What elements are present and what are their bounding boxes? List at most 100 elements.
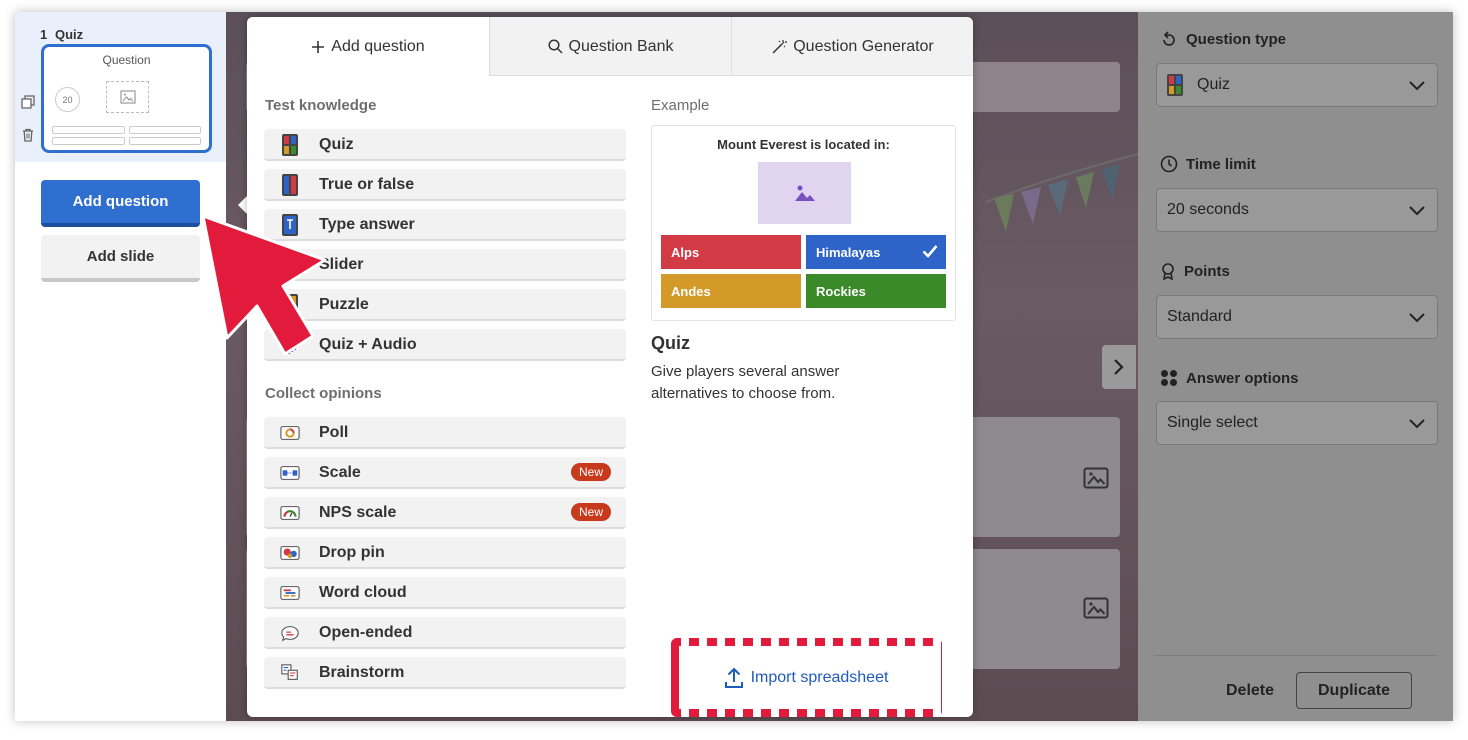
type-true-or-false[interactable]: True or false bbox=[264, 169, 626, 201]
scale-icon bbox=[280, 466, 300, 480]
image-icon bbox=[1083, 597, 1109, 624]
tab-label: Question Generator bbox=[793, 37, 934, 55]
add-question-button[interactable]: Add question bbox=[41, 180, 200, 227]
question-type-text: Question type bbox=[1186, 30, 1287, 48]
settings-panel: Question type Quiz Time limit 20 seconds… bbox=[1138, 12, 1453, 721]
nps-icon bbox=[280, 506, 300, 520]
thumb-title: Question bbox=[102, 53, 151, 67]
type-label: Quiz bbox=[319, 136, 354, 153]
tab-label: Question Bank bbox=[568, 37, 674, 55]
add-question-modal: Add question Question Bank Question Gene… bbox=[247, 17, 973, 717]
type-label: Poll bbox=[319, 424, 349, 441]
time-limit-label: Time limit bbox=[1160, 155, 1256, 173]
open-ended-icon bbox=[281, 626, 299, 642]
section-collect-opinions: Collect opinions bbox=[265, 385, 382, 402]
add-slide-button[interactable]: Add slide bbox=[41, 235, 200, 282]
example-question: Mount Everest is located in: bbox=[717, 137, 890, 152]
search-icon bbox=[547, 39, 563, 54]
drop-pin-icon bbox=[280, 546, 300, 560]
new-badge: New bbox=[570, 463, 611, 481]
quiz-icon bbox=[1167, 74, 1183, 96]
type-quiz[interactable]: Quiz bbox=[264, 129, 626, 161]
new-badge: New bbox=[570, 503, 611, 521]
brainstorm-icon bbox=[281, 664, 298, 680]
pointer-arrow-icon bbox=[201, 214, 327, 356]
answer-options-icon bbox=[1161, 370, 1177, 386]
delete-button[interactable]: Delete bbox=[1200, 678, 1300, 704]
chevron-down-icon bbox=[1409, 81, 1425, 91]
answer-options-text: Answer options bbox=[1186, 369, 1299, 387]
answer-options-label: Answer options bbox=[1160, 369, 1299, 387]
answer-label: Rockies bbox=[816, 283, 866, 299]
type-scale[interactable]: Scale New bbox=[264, 457, 626, 489]
type-brainstorm[interactable]: Brainstorm bbox=[264, 657, 626, 689]
tab-label: Add question bbox=[331, 38, 425, 55]
duplicate-button[interactable]: Duplicate bbox=[1296, 672, 1412, 709]
type-drop-pin[interactable]: Drop pin bbox=[264, 537, 626, 569]
slide-thumbnail[interactable]: Question 20 bbox=[41, 44, 212, 153]
app-frame: 1 Quiz Question 20 Add question Add slid… bbox=[15, 12, 1453, 721]
type-label: Type answer bbox=[319, 216, 415, 233]
magic-wand-icon bbox=[772, 39, 788, 54]
question-type-value: Quiz bbox=[1197, 76, 1230, 93]
answer-options-select[interactable]: Single select bbox=[1156, 401, 1438, 445]
time-limit-text: Time limit bbox=[1186, 155, 1256, 173]
example-answer-yellow: Andes bbox=[661, 274, 801, 308]
quiz-icon bbox=[282, 134, 298, 156]
thumb-timer: 20 bbox=[55, 87, 80, 112]
import-spreadsheet-inner: Import spreadsheet bbox=[679, 646, 934, 709]
upload-icon bbox=[724, 667, 743, 688]
type-label: Word cloud bbox=[319, 584, 407, 601]
section-test-knowledge: Test knowledge bbox=[265, 97, 377, 114]
thumb-answers bbox=[52, 126, 201, 145]
type-open-ended[interactable]: Open-ended bbox=[264, 617, 626, 649]
clock-icon bbox=[1160, 155, 1178, 173]
slide-entry[interactable]: 1 Quiz Question 20 bbox=[15, 12, 226, 162]
modal-tabs: Add question Question Bank Question Gene… bbox=[247, 17, 973, 77]
chevron-down-icon bbox=[1409, 419, 1425, 429]
time-limit-select[interactable]: 20 seconds bbox=[1156, 188, 1438, 232]
answer-label: Andes bbox=[671, 283, 711, 299]
example-label: Example bbox=[651, 97, 710, 114]
answer-label: Himalayas bbox=[816, 244, 881, 260]
type-label: Drop pin bbox=[319, 544, 385, 561]
type-label: NPS scale bbox=[319, 504, 397, 521]
answer-label: Alps bbox=[671, 244, 700, 260]
chevron-down-icon bbox=[1409, 313, 1425, 323]
import-label: Import spreadsheet bbox=[750, 668, 889, 686]
time-limit-value: 20 seconds bbox=[1167, 201, 1249, 218]
points-label: Points bbox=[1160, 262, 1230, 280]
points-select[interactable]: Standard bbox=[1156, 295, 1438, 339]
answer-options-value: Single select bbox=[1167, 414, 1258, 431]
opinion-types-list: Poll Scale New NPS scale New Drop pin Wo… bbox=[264, 417, 626, 697]
image-placeholder-icon bbox=[758, 162, 851, 224]
divider bbox=[1154, 655, 1437, 656]
type-word-cloud[interactable]: Word cloud bbox=[264, 577, 626, 609]
example-title: Quiz bbox=[651, 333, 690, 353]
tab-question-generator[interactable]: Question Generator bbox=[731, 17, 973, 76]
word-cloud-icon bbox=[280, 586, 300, 600]
true-false-icon bbox=[282, 174, 298, 196]
slide-number: 1 bbox=[40, 27, 48, 42]
image-placeholder-icon bbox=[106, 81, 149, 113]
points-value: Standard bbox=[1167, 308, 1232, 325]
question-type-icon bbox=[1163, 31, 1175, 46]
tab-question-bank[interactable]: Question Bank bbox=[489, 17, 731, 76]
poll-icon bbox=[280, 426, 300, 440]
type-poll[interactable]: Poll bbox=[264, 417, 626, 449]
chevron-down-icon bbox=[1409, 206, 1425, 216]
example-answer-blue: Himalayas bbox=[806, 235, 946, 269]
import-spreadsheet-button[interactable]: Import spreadsheet bbox=[671, 638, 942, 717]
type-label: Brainstorm bbox=[319, 664, 405, 681]
example-preview: Mount Everest is located in: Alps Himala… bbox=[651, 125, 956, 321]
question-type-select[interactable]: Quiz bbox=[1156, 63, 1438, 107]
chevron-right-icon[interactable] bbox=[1102, 345, 1136, 389]
duplicate-slide-icon[interactable] bbox=[21, 95, 35, 114]
type-label: Scale bbox=[319, 464, 361, 481]
slide-type: Quiz bbox=[55, 27, 84, 42]
tab-add-question[interactable]: Add question bbox=[247, 17, 489, 77]
example-answer-red: Alps bbox=[661, 235, 801, 269]
trash-icon[interactable] bbox=[22, 128, 34, 147]
type-nps-scale[interactable]: NPS scale New bbox=[264, 497, 626, 529]
example-description: Give players several answer alternatives… bbox=[651, 363, 840, 402]
